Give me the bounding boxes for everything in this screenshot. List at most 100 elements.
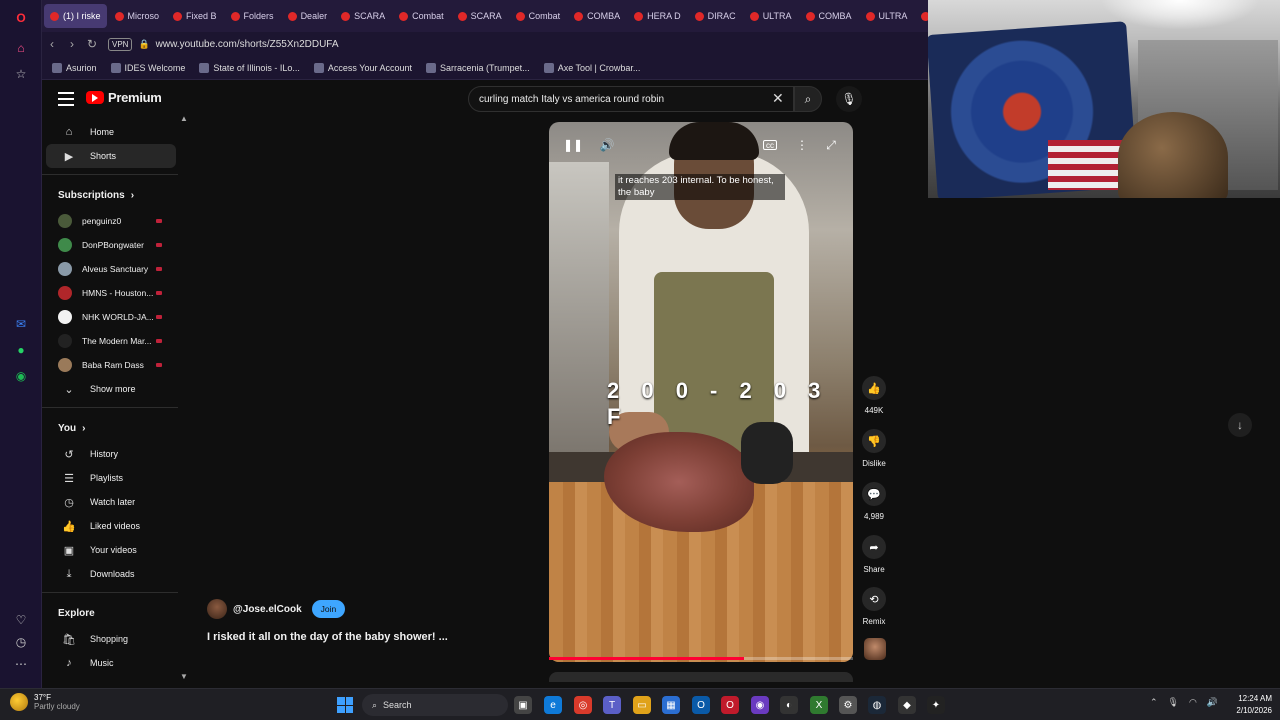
sidebar-item[interactable]: 👍 Liked videos bbox=[46, 514, 176, 538]
bookmark-item[interactable]: State of Illinois - ILo... bbox=[199, 62, 300, 73]
video-progress-bar[interactable] bbox=[549, 657, 853, 660]
subscription-item[interactable]: The Modern Mar... bbox=[42, 329, 176, 353]
share-button[interactable]: ➦ Share bbox=[862, 535, 886, 574]
store-icon[interactable]: ▦ bbox=[662, 696, 680, 714]
sidebar-item[interactable]: ▶ Shorts bbox=[46, 144, 176, 168]
outlook-icon[interactable]: O bbox=[692, 696, 710, 714]
file-explorer-icon[interactable]: ▭ bbox=[633, 696, 651, 714]
opera-taskbar-icon[interactable]: O bbox=[721, 696, 739, 714]
star-icon[interactable]: ☆ bbox=[13, 66, 29, 82]
join-button[interactable]: Join bbox=[311, 600, 346, 618]
sidebar-item[interactable]: 🎬Movies & TV bbox=[46, 675, 176, 680]
browser-tab[interactable]: SCARA bbox=[452, 4, 508, 28]
spotify-icon[interactable]: ◉ bbox=[13, 368, 29, 384]
bookmark-item[interactable]: Axe Tool | Crowbar... bbox=[543, 62, 640, 73]
settings-icon[interactable]: ⚙ bbox=[839, 696, 857, 714]
more-icon[interactable]: ⋯ bbox=[13, 656, 29, 672]
forward-icon[interactable]: › bbox=[62, 37, 82, 51]
sidebar-item[interactable]: ☰ Playlists bbox=[46, 466, 176, 490]
comments-button[interactable]: 💬 4,989 bbox=[862, 482, 886, 521]
mic-tray-icon[interactable]: 🎙 bbox=[1168, 697, 1179, 708]
lock-icon[interactable]: 🔒 bbox=[138, 39, 149, 50]
subscription-item[interactable]: DonPBongwater bbox=[42, 233, 176, 257]
pause-icon[interactable]: ❚❚ bbox=[563, 135, 583, 155]
sound-avatar[interactable] bbox=[864, 638, 886, 660]
browser-tab[interactable]: ULTRA bbox=[744, 4, 798, 28]
subscription-item[interactable]: NHK WORLD-JA... bbox=[42, 305, 176, 329]
url-field[interactable]: www.youtube.com/shorts/Z55Xn2DDUFA bbox=[156, 39, 339, 50]
taskbar-search[interactable]: ⌕ Search bbox=[362, 694, 508, 716]
you-heading[interactable]: You › bbox=[42, 414, 182, 442]
browser-tab[interactable]: COMBA bbox=[568, 4, 626, 28]
whatsapp-icon[interactable]: ● bbox=[13, 342, 29, 358]
browser-tab[interactable]: DIRAC bbox=[915, 4, 928, 28]
home-icon[interactable]: ⌂ bbox=[13, 40, 29, 56]
browser-tab[interactable]: ULTRA bbox=[860, 4, 914, 28]
sidebar-item[interactable]: ♪ Music bbox=[46, 651, 176, 675]
opera-gx-icon[interactable]: ◉ bbox=[751, 696, 769, 714]
browser-tab[interactable]: COMBA bbox=[800, 4, 858, 28]
history-clock-icon[interactable]: ◷ bbox=[13, 634, 29, 650]
search-input[interactable]: curling match Italy vs america round rob… bbox=[468, 86, 794, 112]
app-icon[interactable]: ◐ bbox=[780, 696, 798, 714]
channel-avatar[interactable] bbox=[207, 599, 227, 619]
like-button[interactable]: 👍 449K bbox=[862, 376, 886, 415]
channel-name[interactable]: @Jose.elCook bbox=[233, 604, 302, 615]
browser-tab[interactable]: Dealer bbox=[282, 4, 334, 28]
show-more-button[interactable]: ⌄ Show more bbox=[46, 377, 176, 401]
teams-icon[interactable]: T bbox=[603, 696, 621, 714]
captions-icon[interactable]: cc bbox=[763, 140, 777, 150]
bookmark-item[interactable]: IDES Welcome bbox=[110, 62, 185, 73]
browser-tab[interactable]: Folders bbox=[225, 4, 280, 28]
sidebar-item[interactable]: ⤓ Downloads bbox=[46, 562, 176, 586]
app3-icon[interactable]: ✦ bbox=[927, 696, 945, 714]
sidebar-item[interactable]: ◷ Watch later bbox=[46, 490, 176, 514]
sidebar-item[interactable]: ▣ Your videos bbox=[46, 538, 176, 562]
menu-icon[interactable] bbox=[58, 92, 74, 106]
subscription-item[interactable]: Baba Ram Dass bbox=[42, 353, 176, 377]
sidebar-item[interactable]: ↺ History bbox=[46, 442, 176, 466]
more-options-icon[interactable]: ⋮ bbox=[792, 135, 812, 155]
vpn-badge[interactable]: VPN bbox=[108, 37, 133, 51]
browser-tab[interactable]: Microso bbox=[109, 4, 166, 28]
browser-tab[interactable]: SCARA bbox=[335, 4, 391, 28]
steam-icon[interactable]: ◍ bbox=[868, 696, 886, 714]
remix-button[interactable]: ⟲ Remix bbox=[862, 587, 886, 626]
browser-tab[interactable]: DIRAC bbox=[689, 4, 742, 28]
dislike-button[interactable]: 👎 Dislike bbox=[862, 429, 886, 468]
subscriptions-heading[interactable]: Subscriptions › bbox=[42, 181, 182, 209]
next-short-arrow-icon[interactable]: ↓ bbox=[1228, 413, 1252, 437]
short-title[interactable]: I risked it all on the day of the baby s… bbox=[207, 631, 448, 643]
subscription-item[interactable]: penguinz0 bbox=[42, 209, 176, 233]
task-view-icon[interactable]: ▣ bbox=[514, 696, 532, 714]
excel-icon[interactable]: X bbox=[810, 696, 828, 714]
messenger-icon[interactable]: ✉ bbox=[13, 316, 29, 332]
sidebar-item[interactable]: 🛍 Shopping bbox=[46, 627, 176, 651]
browser-tab[interactable]: Combat bbox=[510, 4, 567, 28]
youtube-logo[interactable]: Premium bbox=[86, 90, 162, 105]
clear-search-icon[interactable]: ✕ bbox=[772, 90, 784, 107]
fullscreen-icon[interactable]: ⤢ bbox=[821, 135, 841, 155]
wifi-icon[interactable]: ◠ bbox=[1189, 697, 1197, 708]
back-icon[interactable]: ‹ bbox=[42, 37, 62, 51]
weather-widget[interactable]: 37°F Partly cloudy bbox=[10, 693, 80, 711]
chrome-icon[interactable]: ◎ bbox=[574, 696, 592, 714]
browser-tab[interactable]: Combat bbox=[393, 4, 450, 28]
next-short-preview[interactable] bbox=[549, 672, 853, 682]
tray-overflow-icon[interactable]: ⌃ bbox=[1150, 697, 1158, 708]
subscription-item[interactable]: Alveus Sanctuary bbox=[42, 257, 176, 281]
volume-icon[interactable]: 🔊 bbox=[597, 135, 617, 155]
bookmark-item[interactable]: Asurion bbox=[52, 62, 97, 73]
short-video-player[interactable]: ❚❚ 🔊 cc ⋮ ⤢ it reaches 203 internal. To … bbox=[549, 122, 853, 662]
voice-search-button[interactable]: 🎙 bbox=[836, 86, 862, 112]
reload-icon[interactable]: ↻ bbox=[82, 37, 102, 51]
search-button[interactable]: ⌕ bbox=[794, 86, 822, 112]
edge-icon[interactable]: e bbox=[544, 696, 562, 714]
app2-icon[interactable]: ◆ bbox=[898, 696, 916, 714]
sidebar-item[interactable]: ⌂ Home bbox=[46, 120, 176, 144]
volume-tray-icon[interactable]: 🔊 bbox=[1207, 697, 1218, 708]
bookmark-item[interactable]: Sarracenia (Trumpet... bbox=[425, 62, 530, 73]
browser-tab[interactable]: (1) I riske bbox=[44, 4, 107, 28]
sidebar-scroll-down-icon[interactable]: ▼ bbox=[180, 672, 188, 681]
opera-logo-icon[interactable]: O bbox=[13, 10, 29, 26]
